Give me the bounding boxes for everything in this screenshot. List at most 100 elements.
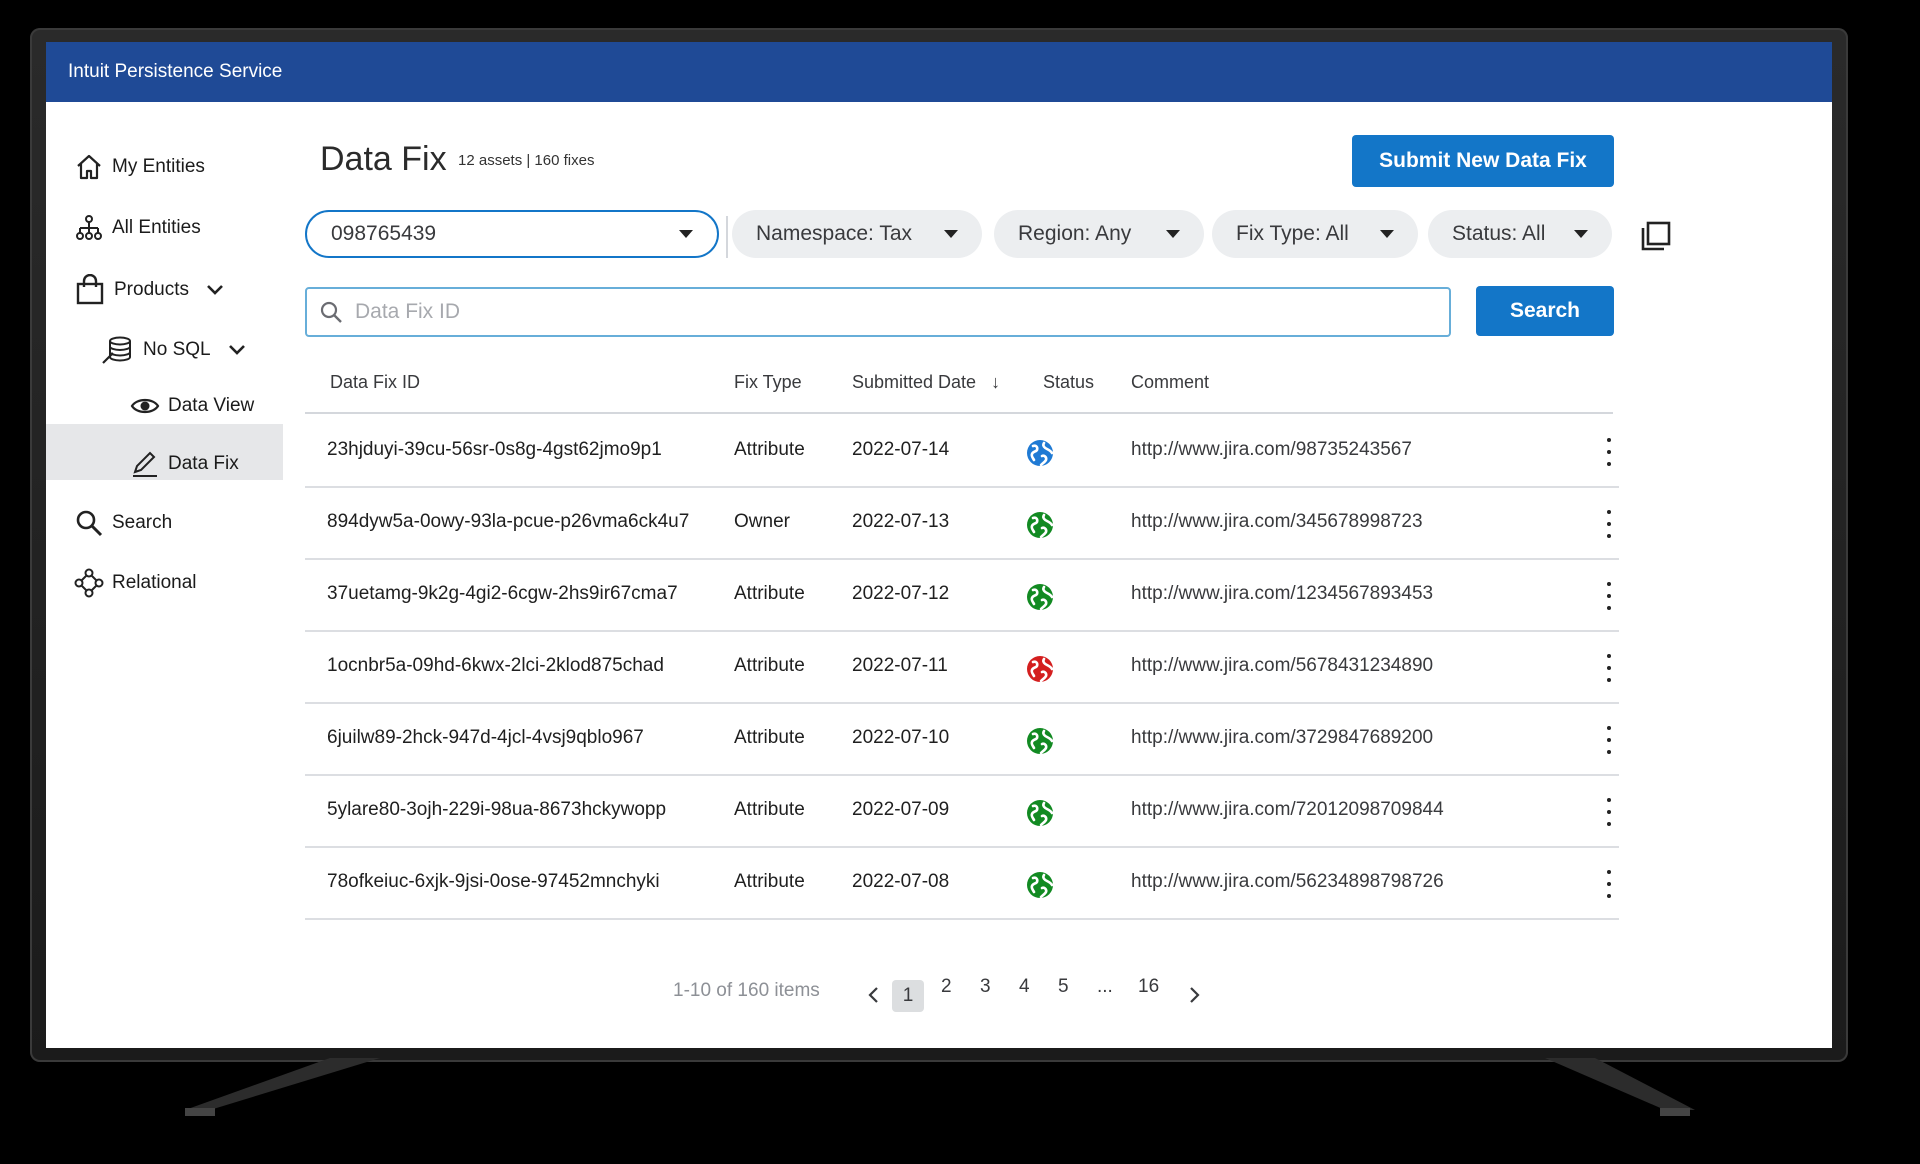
region-filter-value: Region: Any bbox=[1018, 222, 1132, 245]
database-icon bbox=[102, 336, 131, 364]
status-globe-icon bbox=[1027, 800, 1054, 827]
cell-data-fix-id: 894dyw5a-0owy-93la-pcue-p26vma6ck4u7 bbox=[327, 511, 690, 532]
table-row[interactable]: 894dyw5a-0owy-93la-pcue-p26vma6ck4u7 Owne… bbox=[305, 488, 1619, 560]
sidebar-item-label: All Entities bbox=[112, 217, 201, 238]
caret-down-icon bbox=[1380, 230, 1394, 238]
sidebar-item-label: No SQL bbox=[143, 339, 211, 360]
sidebar-item-label: Data Fix bbox=[168, 453, 239, 474]
sidebar-item-label: Relational bbox=[112, 572, 197, 593]
table-row[interactable]: 5ylare80-3ojh-229i-98ua-8673hckywopp Attr… bbox=[305, 776, 1619, 848]
cell-submitted-date: 2022-07-10 bbox=[852, 727, 950, 748]
page-button[interactable]: 3 bbox=[980, 976, 991, 998]
status-filter[interactable]: Status: All bbox=[1428, 210, 1612, 258]
status-globe-icon bbox=[1027, 728, 1054, 755]
caret-down-icon bbox=[679, 230, 693, 238]
table-row[interactable]: 6juilw89-2hck-947d-4jcl-4vsj9qblo967 Attr… bbox=[305, 704, 1619, 776]
chevron-right-icon[interactable] bbox=[1186, 985, 1202, 1005]
table-row[interactable]: 23hjduyi-39cu-56sr-0s8g-4gst62jmo9p1 Attr… bbox=[305, 416, 1619, 488]
cell-comment[interactable]: http://www.jira.com/5678431234890 bbox=[1131, 655, 1433, 677]
row-menu-kebab-icon[interactable] bbox=[1603, 582, 1615, 610]
sidebar-item-no-sql[interactable]: No SQL bbox=[101, 335, 247, 365]
column-header-fix-type[interactable]: Fix Type bbox=[734, 372, 802, 393]
cell-submitted-date: 2022-07-12 bbox=[852, 583, 950, 604]
cell-comment[interactable]: http://www.jira.com/345678998723 bbox=[1131, 511, 1423, 533]
row-menu-kebab-icon[interactable] bbox=[1603, 870, 1615, 898]
cell-data-fix-id: 23hjduyi-39cu-56sr-0s8g-4gst62jmo9p1 bbox=[327, 439, 662, 460]
home-icon bbox=[77, 154, 101, 180]
sidebar-item-data-view[interactable]: Data View bbox=[130, 394, 254, 418]
chevron-down-icon bbox=[228, 345, 245, 355]
column-header-submitted-date[interactable]: Submitted Date ↓ bbox=[852, 372, 1000, 393]
cell-submitted-date: 2022-07-14 bbox=[852, 439, 950, 460]
sidebar: My Entities All Entities Products No SQL… bbox=[46, 102, 283, 1048]
copy-icon[interactable] bbox=[1640, 220, 1672, 252]
sidebar-item-all-entities[interactable]: All Entities bbox=[74, 213, 201, 243]
data-fix-search[interactable] bbox=[305, 287, 1451, 337]
row-menu-kebab-icon[interactable] bbox=[1603, 438, 1615, 466]
cell-data-fix-id: 37uetamg-9k2g-4gi2-6cgw-2hs9ir67cma7 bbox=[327, 583, 678, 604]
cell-comment[interactable]: http://www.jira.com/1234567893453 bbox=[1131, 583, 1433, 605]
caret-down-icon bbox=[944, 230, 958, 238]
table-row[interactable]: 78ofkeiuc-6xjk-9jsi-0ose-97452mnchyki Att… bbox=[305, 848, 1619, 920]
filter-divider bbox=[726, 216, 728, 258]
row-menu-kebab-icon[interactable] bbox=[1603, 798, 1615, 826]
column-header-comment[interactable]: Comment bbox=[1131, 372, 1209, 393]
page-button[interactable]: 2 bbox=[941, 976, 952, 998]
namespace-filter[interactable]: Namespace: Tax bbox=[732, 210, 982, 258]
cell-fix-type: Attribute bbox=[734, 727, 805, 748]
sidebar-item-search[interactable]: Search bbox=[74, 508, 172, 538]
namespace-filter-value: Namespace: Tax bbox=[756, 222, 913, 245]
search-icon bbox=[320, 301, 342, 323]
page-button[interactable]: 1 bbox=[892, 980, 924, 1012]
search-button[interactable]: Search bbox=[1476, 286, 1614, 336]
chevron-left-icon[interactable] bbox=[866, 985, 882, 1005]
account-select[interactable]: 098765439 bbox=[305, 210, 719, 258]
cell-comment[interactable]: http://www.jira.com/72012098709844 bbox=[1131, 799, 1444, 821]
table-row[interactable]: 1ocnbr5a-09hd-6kwx-2lci-2klod875chad Attr… bbox=[305, 632, 1619, 704]
chevron-down-icon bbox=[207, 285, 223, 295]
column-header-status[interactable]: Status bbox=[1043, 372, 1094, 393]
sidebar-item-label: My Entities bbox=[112, 156, 205, 177]
page-title: Data Fix bbox=[320, 140, 447, 178]
page-button[interactable]: 16 bbox=[1138, 976, 1159, 998]
table-row[interactable]: 37uetamg-9k2g-4gi2-6cgw-2hs9ir67cma7 Attr… bbox=[305, 560, 1619, 632]
page-button[interactable]: 4 bbox=[1019, 976, 1030, 998]
status-filter-value: Status: All bbox=[1452, 222, 1546, 245]
account-select-value: 098765439 bbox=[331, 222, 437, 245]
status-globe-icon bbox=[1027, 440, 1054, 467]
row-menu-kebab-icon[interactable] bbox=[1603, 726, 1615, 754]
row-menu-kebab-icon[interactable] bbox=[1603, 510, 1615, 538]
pagination-ellipsis: ... bbox=[1097, 976, 1113, 997]
row-menu-kebab-icon[interactable] bbox=[1603, 654, 1615, 682]
page-button[interactable]: 5 bbox=[1058, 976, 1069, 998]
fix-type-filter-value: Fix Type: All bbox=[1236, 222, 1349, 245]
sidebar-item-my-entities[interactable]: My Entities bbox=[74, 152, 205, 182]
app-title: Intuit Persistence Service bbox=[68, 61, 283, 82]
fix-type-filter[interactable]: Fix Type: All bbox=[1212, 210, 1418, 258]
submit-new-data-fix-button[interactable]: Submit New Data Fix bbox=[1352, 135, 1614, 187]
cell-data-fix-id: 5ylare80-3ojh-229i-98ua-8673hckywopp bbox=[327, 799, 667, 820]
cell-submitted-date: 2022-07-11 bbox=[852, 655, 948, 676]
cell-fix-type: Attribute bbox=[734, 799, 805, 820]
sidebar-item-data-fix[interactable]: Data Fix bbox=[130, 450, 239, 478]
cell-comment[interactable]: http://www.jira.com/3729847689200 bbox=[1131, 727, 1433, 749]
cell-fix-type: Owner bbox=[734, 511, 790, 532]
sidebar-item-relational[interactable]: Relational bbox=[74, 568, 197, 598]
column-header-data-fix-id[interactable]: Data Fix ID bbox=[330, 372, 420, 393]
pencil-icon bbox=[133, 451, 157, 477]
region-filter[interactable]: Region: Any bbox=[994, 210, 1204, 258]
cell-submitted-date: 2022-07-13 bbox=[852, 511, 950, 532]
cell-comment[interactable]: http://www.jira.com/56234898798726 bbox=[1131, 871, 1444, 893]
cell-fix-type: Attribute bbox=[734, 871, 805, 892]
data-fix-id-input[interactable] bbox=[353, 299, 1407, 325]
app-title-bar: Intuit Persistence Service bbox=[46, 42, 1832, 102]
status-globe-icon bbox=[1027, 872, 1054, 899]
table-header-divider bbox=[305, 412, 1613, 414]
column-header-label: Submitted Date bbox=[852, 372, 977, 392]
sidebar-item-products[interactable]: Products bbox=[74, 274, 225, 306]
status-globe-icon bbox=[1027, 584, 1054, 611]
cell-data-fix-id: 6juilw89-2hck-947d-4jcl-4vsj9qblo967 bbox=[327, 727, 644, 748]
page-subtitle: 12 assets | 160 fixes bbox=[458, 152, 595, 169]
cell-comment[interactable]: http://www.jira.com/98735243567 bbox=[1131, 439, 1412, 461]
search-icon bbox=[76, 510, 103, 537]
